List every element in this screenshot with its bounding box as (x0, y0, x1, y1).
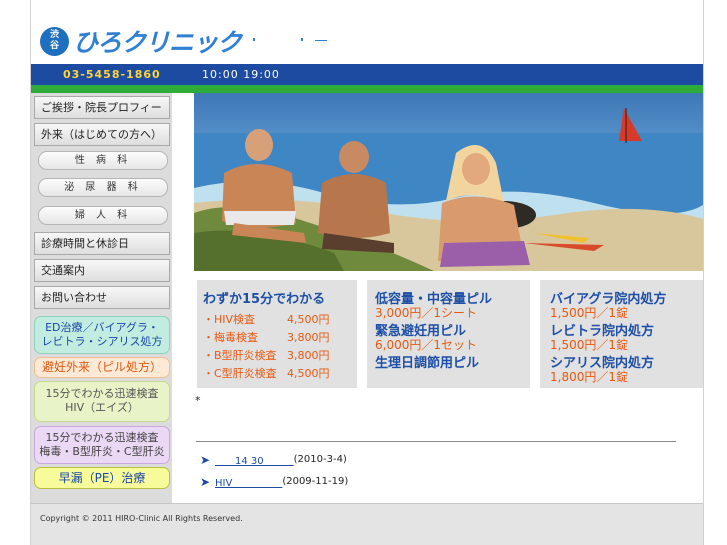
ed-price-cialis: 1,800円／1錠 (550, 370, 628, 384)
arrow-right-icon: ➤ (200, 452, 211, 467)
hero-beach-photo (194, 93, 703, 271)
nav-contact[interactable]: お問い合わせ (34, 286, 170, 309)
news-date: (2009-11-19) (282, 476, 349, 487)
test-item-name: ・B型肝炎検査 (203, 349, 277, 362)
info-bar: 03-5458-1860 10:00 19:00 (31, 64, 703, 85)
logo-badge-top: 渋 (49, 30, 59, 40)
promo-ed-treatment[interactable]: ED治療／バイアグラ・ レビトラ・シアリス処方 (34, 316, 170, 354)
clinic-logo[interactable]: 渋 谷 ひろクリニック (40, 23, 242, 59)
promo-std-line2: 梅毒・B型肝炎・C型肝炎 (39, 445, 165, 458)
pill-title-period: 生理日調節用ピル (375, 356, 480, 371)
news-divider (196, 441, 676, 442)
phone-number: 03-5458-1860 (63, 68, 161, 81)
footer: Copyright © 2011 HIRO-Clinic All Rights … (31, 503, 703, 545)
logo-badge: 渋 谷 (40, 26, 69, 56)
promo-pe-treatment[interactable]: 早漏（PE）治療 (34, 467, 170, 489)
nav-std-dept[interactable]: 性 病 科 (38, 151, 168, 170)
note-asterisk: * (195, 394, 201, 407)
promo-hiv-line2: HIV（エイズ） (65, 401, 139, 414)
logo-text: ひろクリニック (73, 28, 242, 57)
opening-hours: 10:00 19:00 (202, 68, 280, 81)
nav-access[interactable]: 交通案内 (34, 259, 170, 282)
accent-bar (31, 85, 703, 93)
test-item-price: 4,500円 (287, 367, 330, 380)
ed-prescription-box[interactable]: バイアグラ院内処方 1,500円／1錠 レビトラ院内処方 1,500円／1錠 シ… (540, 280, 703, 388)
promo-ed-line1: ED治療／バイアグラ・ (45, 321, 159, 334)
promo-hiv-test[interactable]: 15分でわかる迅速検査 HIV（エイズ） (34, 381, 170, 422)
promo-std-line1: 15分でわかる迅速検査 (45, 431, 159, 444)
test-item-price: 3,800円 (287, 349, 330, 362)
header-mark (253, 38, 255, 41)
ed-price-levitra: 1,500円／1錠 (550, 338, 628, 352)
beach-illustration (194, 108, 703, 271)
news-date: (2010-3-4) (293, 454, 347, 465)
header-mark (301, 38, 303, 41)
nav-outpatient[interactable]: 外来（はじめての方へ） (34, 123, 170, 146)
header-mark (315, 40, 327, 41)
pill-price-low-dose: 3,000円／1シート (375, 306, 477, 320)
news-link[interactable]: 14 30 (215, 452, 294, 467)
test-item-name: ・C型肝炎検査 (203, 367, 277, 380)
test-item-price: 3,800円 (287, 331, 330, 344)
test-item-name: ・HIV検査 (203, 313, 256, 326)
promo-ed-line2: レビトラ・シアリス処方 (41, 335, 163, 348)
news-item: ➤ 14 30 (2010-3-4) (200, 452, 347, 468)
test-item-name: ・梅毒検査 (203, 331, 258, 344)
nav-hours[interactable]: 診療時間と休診日 (34, 232, 170, 255)
news-item: ➤ HIV (2009-11-19) (200, 474, 349, 490)
nav-urology[interactable]: 泌 尿 器 科 (38, 178, 168, 197)
promo-pill-clinic[interactable]: 避妊外来（ピル処方） (34, 357, 170, 378)
nav-gynecology[interactable]: 婦 人 科 (38, 206, 168, 225)
quick-test-box[interactable]: わずか15分でわかる ・HIV検査 4,500円 ・梅毒検査 3,800円 ・B… (197, 280, 357, 388)
pill-box[interactable]: 低容量・中容量ピル 3,000円／1シート 緊急避妊用ピル 6,000円／1セッ… (367, 280, 530, 388)
nav-greeting[interactable]: ご挨拶・院長プロフィール (34, 96, 170, 135)
news-link[interactable]: HIV (215, 474, 282, 489)
sidebar: ご挨拶・院長プロフィール 外来（はじめての方へ） 性 病 科 泌 尿 器 科 婦… (31, 93, 172, 503)
quick-test-title: わずか15分でわかる (203, 292, 326, 307)
pill-price-emergency: 6,000円／1セット (375, 338, 477, 352)
ed-price-viagra: 1,500円／1錠 (550, 306, 628, 320)
copyright-text: Copyright © 2011 HIRO-Clinic All Rights … (40, 514, 243, 523)
promo-hiv-line1: 15分でわかる迅速検査 (45, 387, 159, 400)
logo-badge-bottom: 谷 (49, 41, 59, 51)
arrow-right-icon: ➤ (200, 474, 211, 489)
test-item-price: 4,500円 (287, 313, 330, 326)
promo-std-test[interactable]: 15分でわかる迅速検査 梅毒・B型肝炎・C型肝炎 (34, 426, 170, 464)
